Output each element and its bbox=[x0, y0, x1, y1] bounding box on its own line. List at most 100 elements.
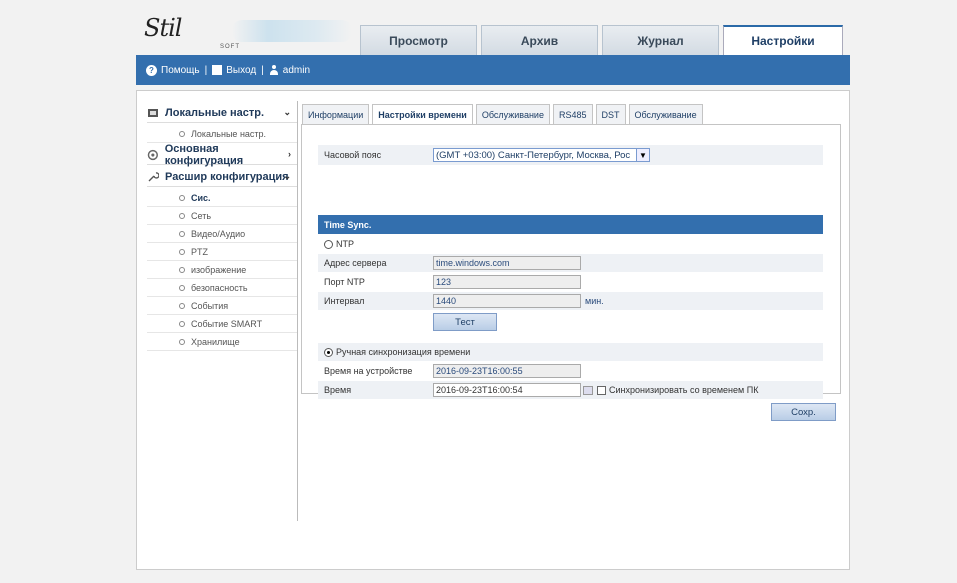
tab-settings[interactable]: Настройки bbox=[723, 25, 843, 55]
timezone-select[interactable]: (GMT +03:00) Санкт-Петербург, Москва, Ро… bbox=[433, 148, 650, 162]
bullet-icon bbox=[179, 130, 185, 137]
local-settings-icon bbox=[148, 108, 158, 117]
time-input[interactable]: 2016-09-23T16:00:54 bbox=[433, 383, 581, 397]
sidebar-item-label: Сис. bbox=[191, 192, 211, 203]
ntp-row: NTP bbox=[318, 235, 823, 253]
tab-preview[interactable]: Просмотр bbox=[360, 25, 477, 55]
bullet-icon bbox=[179, 212, 185, 219]
page: Stil SOFT Просмотр Архив Журнал Настройк… bbox=[0, 0, 957, 583]
tab-rs485[interactable]: RS485 bbox=[552, 104, 593, 124]
manual-row: Ручная синхронизация времени bbox=[318, 343, 823, 361]
sidebar-item-label: Хранилище bbox=[191, 336, 240, 347]
test-button[interactable]: Тест bbox=[433, 313, 497, 331]
logo: Stil SOFT bbox=[142, 14, 352, 56]
sidebar-group-basic[interactable]: Основная конфигурация › bbox=[147, 142, 297, 167]
sidebar-item-label: безопасность bbox=[191, 282, 248, 293]
bullet-icon bbox=[179, 320, 185, 327]
sidebar: Локальные настр. ⌄ Локальные настр. Осно… bbox=[147, 103, 297, 351]
sidebar-group-advanced[interactable]: Расшир конфигурация ⌄ bbox=[147, 167, 297, 187]
ntp-radio[interactable] bbox=[324, 239, 333, 249]
server-input[interactable]: time.windows.com bbox=[433, 256, 581, 270]
interval-unit: мин. bbox=[585, 296, 604, 306]
timezone-row: Часовой пояс (GMT +03:00) Санкт-Петербур… bbox=[318, 145, 823, 165]
server-row: Адрес сервера time.windows.com bbox=[318, 254, 823, 272]
sidebar-item-label: Локальные настр. bbox=[191, 128, 267, 139]
sidebar-item-system[interactable]: Сис. bbox=[147, 189, 297, 207]
separator: | bbox=[261, 64, 264, 76]
sidebar-group-label: Локальные настр. bbox=[165, 106, 265, 119]
bullet-icon bbox=[179, 302, 185, 309]
sync-pc-checkbox[interactable] bbox=[597, 385, 606, 395]
user-icon bbox=[269, 65, 279, 75]
chevron-down-icon: ⌄ bbox=[283, 171, 291, 181]
interval-input[interactable]: 1440 bbox=[433, 294, 581, 308]
wrench-icon bbox=[148, 171, 159, 181]
sidebar-item-label: События bbox=[191, 300, 229, 311]
sidebar-group-label: Основная конфигурация bbox=[164, 142, 244, 167]
time-sync-header: Time Sync. bbox=[318, 215, 823, 234]
bullet-icon bbox=[179, 338, 185, 345]
sidebar-item-security[interactable]: безопасность bbox=[147, 279, 297, 297]
separator: | bbox=[204, 64, 208, 76]
username: admin bbox=[282, 64, 311, 76]
sidebar-item-local-settings[interactable]: Локальные настр. bbox=[147, 125, 297, 143]
tab-archive[interactable]: Архив bbox=[481, 25, 598, 55]
tab-maintenance[interactable]: Обслуживание bbox=[475, 104, 550, 124]
logo-script: Stil bbox=[144, 14, 182, 42]
device-time-input: 2016-09-23T16:00:55 bbox=[433, 364, 581, 378]
sidebar-item-label: Сеть bbox=[191, 210, 212, 221]
bullet-icon bbox=[179, 248, 185, 255]
sidebar-item-smart-event[interactable]: Событие SMART bbox=[147, 315, 297, 333]
manual-sync-radio[interactable] bbox=[324, 347, 333, 357]
bullet-icon bbox=[179, 230, 185, 237]
divider bbox=[297, 101, 298, 521]
interval-label: Интервал bbox=[324, 296, 365, 306]
bullet-icon bbox=[179, 194, 185, 201]
chevron-down-icon: ⌄ bbox=[283, 107, 291, 117]
chevron-down-icon[interactable]: ▼ bbox=[636, 149, 649, 161]
ntp-label: NTP bbox=[336, 239, 354, 249]
test-row: Тест bbox=[318, 312, 823, 332]
time-label: Время bbox=[324, 385, 352, 395]
tab-dst[interactable]: DST bbox=[595, 104, 626, 124]
sidebar-item-image[interactable]: изображение bbox=[147, 261, 297, 279]
time-row: Время 2016-09-23T16:00:54 Синхронизирова… bbox=[318, 381, 823, 399]
manual-sync-label: Ручная синхронизация времени bbox=[336, 347, 471, 357]
tab-time-settings[interactable]: Настройки времени bbox=[372, 104, 473, 124]
sub-tabs: Информации Настройки времени Обслуживани… bbox=[302, 104, 706, 124]
tab-maintenance-2[interactable]: Обслуживание bbox=[628, 104, 703, 124]
main-nav-tabs: Просмотр Архив Журнал Настройки bbox=[360, 25, 847, 55]
logout-link[interactable]: Выход bbox=[226, 65, 256, 76]
help-link[interactable]: Помощь bbox=[161, 65, 200, 76]
interval-row: Интервал 1440 мин. bbox=[318, 292, 823, 310]
port-input[interactable]: 123 bbox=[433, 275, 581, 289]
calendar-icon[interactable] bbox=[583, 385, 593, 395]
sidebar-item-ptz[interactable]: PTZ bbox=[147, 243, 297, 261]
sidebar-item-video-audio[interactable]: Видео/Аудио bbox=[147, 225, 297, 243]
save-button[interactable]: Сохр. bbox=[771, 403, 836, 421]
sidebar-item-events[interactable]: События bbox=[147, 297, 297, 315]
device-time-row: Время на устройстве 2016-09-23T16:00:55 bbox=[318, 362, 823, 380]
tab-information[interactable]: Информации bbox=[302, 104, 370, 124]
logo-subtext: SOFT bbox=[188, 38, 240, 56]
port-row: Порт NTP 123 bbox=[318, 273, 823, 291]
sidebar-group-local[interactable]: Локальные настр. ⌄ bbox=[147, 103, 297, 123]
gear-icon bbox=[147, 149, 158, 160]
main-container: Локальные настр. ⌄ Локальные настр. Осно… bbox=[136, 90, 850, 570]
sidebar-item-network[interactable]: Сеть bbox=[147, 207, 297, 225]
logo-map-graphic bbox=[232, 20, 352, 42]
timezone-label: Часовой пояс bbox=[324, 150, 382, 160]
sidebar-group-label: Расшир конфигурация bbox=[165, 170, 289, 183]
sync-pc-label: Синхронизировать со временем ПК bbox=[609, 385, 759, 395]
port-label: Порт NTP bbox=[324, 277, 365, 287]
sidebar-item-storage[interactable]: Хранилище bbox=[147, 333, 297, 351]
bullet-icon bbox=[179, 284, 185, 291]
chevron-right-icon: › bbox=[288, 149, 291, 159]
logout-icon[interactable] bbox=[212, 65, 223, 75]
bullet-icon bbox=[179, 266, 185, 273]
tab-log[interactable]: Журнал bbox=[602, 25, 719, 55]
sidebar-item-label: Событие SMART bbox=[191, 318, 263, 329]
timezone-value: (GMT +03:00) Санкт-Петербург, Москва, Ро… bbox=[436, 149, 631, 161]
device-time-label: Время на устройстве bbox=[324, 366, 413, 376]
help-icon[interactable]: ? bbox=[146, 64, 157, 76]
